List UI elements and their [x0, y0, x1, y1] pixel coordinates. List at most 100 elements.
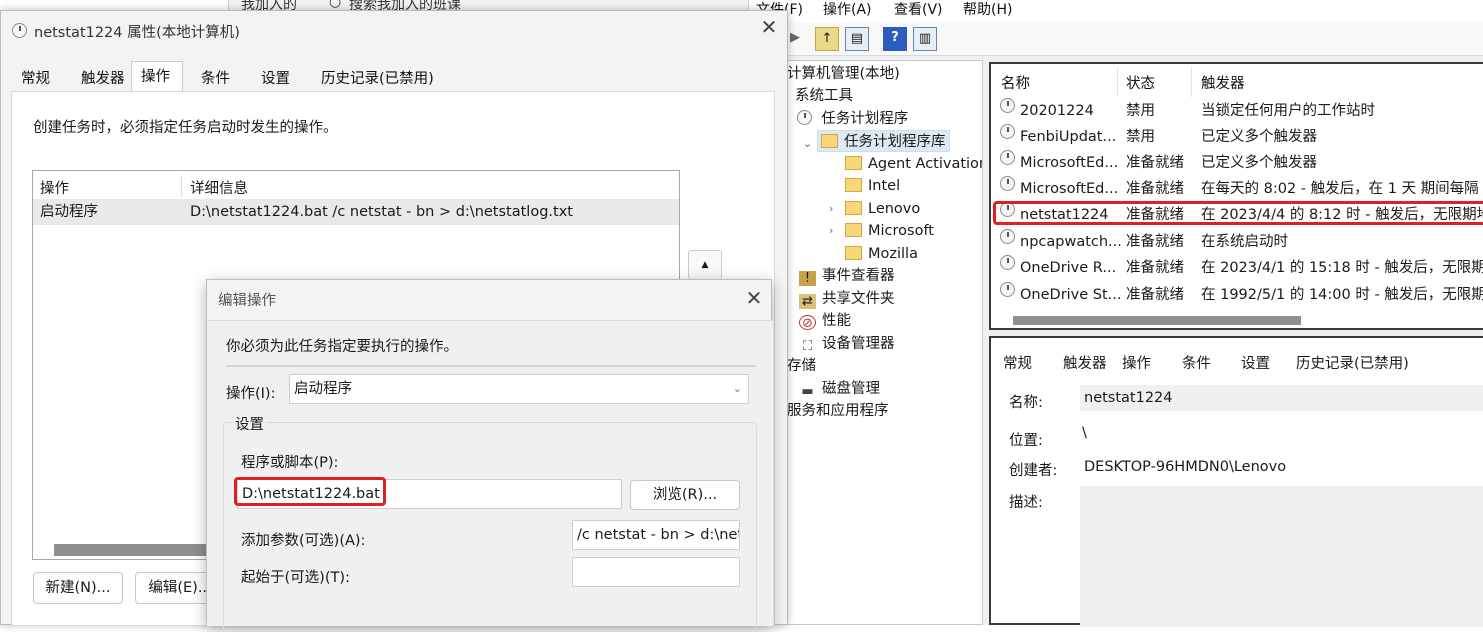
clock-icon [12, 23, 27, 40]
task-trigger: 在 1992/5/1 的 14:00 时 - 触发后，无限期 [1201, 287, 1483, 303]
description-field[interactable] [1080, 486, 1483, 627]
tree-item-mozilla[interactable]: Mozilla [845, 243, 918, 265]
settings-label: 设置 [233, 413, 266, 434]
tree-item-shared-folders[interactable]: ⇄ 共享文件夹 [799, 288, 895, 310]
arguments-label: 添加参数(可选)(A): [241, 533, 366, 549]
shared-folder-icon: ⇄ [799, 294, 816, 309]
divider [226, 365, 756, 367]
program-label: 程序或脚本(P): [241, 455, 339, 471]
performance-icon: ⊘ [799, 315, 816, 331]
name-field[interactable]: netstat1224 [1080, 385, 1483, 411]
task-name: MicrosoftEd... [1020, 181, 1119, 197]
tree-item-system-tools[interactable]: 系统工具 [795, 85, 853, 107]
tree-item-event-viewer[interactable]: ! 事件查看器 [799, 265, 895, 287]
table-row[interactable]: MicrosoftEd... 准备就绪 已定义多个触发器 [991, 150, 1483, 176]
tree-item-disk-management[interactable]: ▬ 磁盘管理 [799, 378, 880, 400]
edit-instruction: 你必须为此任务指定要执行的操作。 [226, 339, 458, 355]
column-trigger[interactable]: 触发器 [1201, 72, 1245, 93]
action-select[interactable]: 启动程序 ⌄ [289, 374, 749, 404]
tree-label: Microsoft [868, 223, 934, 239]
up-folder-icon[interactable]: ↑ [815, 27, 839, 51]
help-icon[interactable]: ? [883, 27, 907, 51]
task-trigger: 已定义多个触发器 [1201, 155, 1317, 171]
table-row[interactable]: npcapwatch... 准备就绪 在系统启动时 [991, 229, 1483, 255]
author-label: 创建者: [1009, 463, 1058, 479]
highlight-program-path [234, 477, 386, 506]
tree-label: 设备管理器 [822, 336, 895, 352]
row-details: D:\netstat1224.bat /c netstat - bn > d:\… [190, 204, 573, 220]
tree-item-agent-activation[interactable]: Agent Activation [845, 153, 982, 175]
header-action[interactable]: 操作 [40, 177, 69, 198]
start-in-label: 起始于(可选)(T): [241, 570, 350, 586]
location-value: \ [1082, 425, 1087, 441]
task-list: 名称 状态 触发器 20201224 禁用 当锁定任何用户的工作站时 Fenbi… [989, 62, 1483, 330]
tree-label: 性能 [822, 313, 851, 329]
task-clock-icon [1000, 124, 1015, 139]
close-icon[interactable]: ✕ [758, 15, 780, 39]
chevron-down-icon: ⌄ [732, 382, 742, 395]
tree-item-lenovo[interactable]: Lenovo [845, 198, 920, 220]
tree-item-performance[interactable]: ⊘ 性能 [799, 310, 851, 332]
task-trigger: 已定义多个触发器 [1201, 129, 1317, 145]
tree-item-task-library[interactable]: 任务计划程序库 [817, 130, 950, 152]
location-label: 位置: [1009, 433, 1043, 449]
menu-action[interactable]: 操作(A) [823, 0, 872, 19]
tree-item-storage[interactable]: 存储 [787, 355, 816, 377]
task-trigger: 在系统启动时 [1201, 234, 1288, 250]
tree-item-intel[interactable]: Intel [845, 175, 900, 197]
folder-icon [845, 178, 862, 192]
folder-icon [845, 156, 862, 170]
menu-bar: 文件(F) 操作(A) 查看(V) 帮助(H) [749, 0, 1483, 22]
menu-view[interactable]: 查看(V) [894, 0, 943, 19]
horizontal-scrollbar[interactable] [1013, 316, 1301, 325]
tree-label: 存储 [787, 358, 816, 374]
description-label: 描述: [1009, 495, 1043, 511]
tree-item-task-scheduler[interactable]: 任务计划程序 [797, 108, 908, 130]
detail-tab-actions[interactable]: 操作 [1122, 352, 1151, 373]
tree-label: Intel [868, 178, 901, 194]
edit-action-dialog: 编辑操作 ✕ 你必须为此任务指定要执行的操作。 操作(I): 启动程序 ⌄ 设置… [206, 279, 773, 632]
chevron-right-icon[interactable]: › [829, 224, 833, 237]
table-row[interactable]: 启动程序 D:\netstat1224.bat /c netstat - bn … [33, 199, 679, 225]
column-name[interactable]: 名称 [1001, 72, 1030, 93]
menu-help[interactable]: 帮助(H) [963, 0, 1012, 19]
chevron-down-icon[interactable]: ⌄ [803, 137, 812, 150]
header-details[interactable]: 详细信息 [190, 177, 248, 198]
table-row[interactable]: OneDrive R... 准备就绪 在 2023/4/1 的 15:18 时 … [991, 255, 1483, 281]
action-select-value: 启动程序 [294, 381, 352, 397]
new-action-button[interactable]: 新建(N)... [33, 572, 123, 604]
start-in-input[interactable] [572, 557, 740, 587]
task-clock-icon [1000, 176, 1015, 191]
tab-history[interactable]: 历史记录(已禁用) [321, 67, 434, 88]
task-clock-icon [1000, 255, 1015, 270]
detail-tab-general[interactable]: 常规 [1003, 352, 1032, 373]
move-up-button[interactable]: ▲ [688, 250, 722, 280]
tree-item-microsoft[interactable]: Microsoft [845, 220, 934, 242]
tree-item-device-manager[interactable]: ⛶ 设备管理器 [799, 333, 895, 355]
tab-actions[interactable]: 操作 [141, 65, 170, 86]
detail-tab-conditions[interactable]: 条件 [1182, 352, 1211, 373]
table-row[interactable]: OneDrive St... 准备就绪 在 1992/5/1 的 14:00 时… [991, 282, 1483, 308]
chevron-right-icon[interactable]: › [829, 202, 833, 215]
browse-button[interactable]: 浏览(R)... [630, 480, 740, 510]
bg-text-joined: 我加入的 [241, 0, 297, 10]
detail-tab-triggers[interactable]: 触发器 [1063, 352, 1107, 373]
detail-tab-settings[interactable]: 设置 [1241, 352, 1270, 373]
folder-icon [845, 201, 862, 215]
tab-conditions[interactable]: 条件 [201, 67, 230, 88]
show-pane-icon[interactable]: ▤ [845, 27, 869, 51]
table-row[interactable]: MicrosoftEd... 准备就绪 在每天的 8:02 - 触发后，在 1 … [991, 176, 1483, 202]
tab-triggers[interactable]: 触发器 [81, 67, 125, 88]
tab-general[interactable]: 常规 [21, 67, 50, 88]
column-status[interactable]: 状态 [1126, 72, 1155, 93]
action-pane-icon[interactable]: ▥ [913, 27, 937, 51]
tree-label: 任务计划程序库 [844, 134, 946, 150]
tab-settings[interactable]: 设置 [261, 67, 290, 88]
arguments-input[interactable]: /c netstat - bn > d:\nets [572, 520, 740, 550]
table-row[interactable]: FenbiUpdat... 禁用 已定义多个触发器 [991, 124, 1483, 150]
tree-item-services-apps[interactable]: 服务和应用程序 [787, 400, 889, 422]
table-row[interactable]: 20201224 禁用 当锁定任何用户的工作站时 [991, 98, 1483, 124]
close-icon[interactable]: ✕ [743, 286, 765, 310]
tree-item-computer-management[interactable]: 计算机管理(本地) [787, 63, 900, 85]
detail-tab-history[interactable]: 历史记录(已禁用) [1296, 352, 1409, 373]
